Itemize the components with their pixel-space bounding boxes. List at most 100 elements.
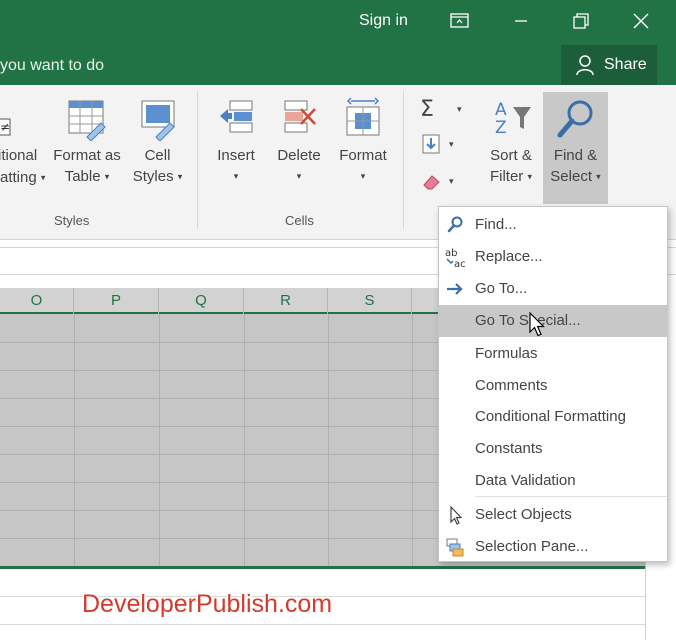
format-label: Format <box>339 147 387 164</box>
sort-filter-button[interactable]: A Z Sort & Filter ▾ <box>482 97 540 188</box>
sigma-icon: Σ <box>420 97 434 122</box>
minimize-icon[interactable] <box>510 10 532 32</box>
selection-pane-icon <box>445 537 465 557</box>
row-gridline <box>0 624 645 625</box>
find-icon <box>445 215 465 235</box>
column-label: S <box>364 292 375 309</box>
column-header-p[interactable]: P <box>74 288 159 314</box>
find-select-button[interactable]: Find & Select ▾ <box>545 97 606 188</box>
menu-item-selection-pane[interactable]: Selection Pane... <box>439 531 667 563</box>
menu-item-label: Go To... <box>475 280 528 297</box>
find-select-label2: Select <box>550 168 592 185</box>
sort-filter-label2: Filter <box>489 168 524 185</box>
menu-item-label: Data Validation <box>475 472 576 489</box>
delete-button[interactable]: Delete ▾ <box>275 97 323 187</box>
menu-item-conditional-formatting[interactable]: Conditional Formatting <box>439 401 667 433</box>
column-header-s[interactable]: S <box>328 288 412 314</box>
magnifier-icon <box>557 100 592 138</box>
column-label: R <box>280 292 291 309</box>
sort-filter-label1: Sort & <box>490 147 532 164</box>
menu-item-label: Formulas <box>475 345 538 362</box>
format-cells-icon <box>346 97 380 136</box>
menu-item-select-objects[interactable]: Select Objects <box>439 499 667 531</box>
cell-styles-button[interactable]: Cell Styles ▾ <box>130 97 185 188</box>
clear-button[interactable]: ▾ <box>420 170 462 194</box>
menu-item-constants[interactable]: Constants <box>439 433 667 465</box>
column-gridline <box>159 314 160 566</box>
eraser-icon <box>423 175 440 190</box>
chevron-down-icon: ▾ <box>527 171 533 182</box>
menu-item-label: Constants <box>475 440 543 457</box>
group-divider <box>197 91 198 229</box>
insert-label: Insert <box>217 147 255 164</box>
menu-separator <box>475 496 667 497</box>
menu-item-label: Select Objects <box>475 506 572 523</box>
column-gridline <box>74 314 75 566</box>
conditional-formatting-button[interactable]: ≠ itional <box>0 97 45 166</box>
menu-item-label: Comments <box>475 377 548 394</box>
insert-button[interactable]: Insert ▾ <box>212 97 260 187</box>
menu-item-label: Find... <box>475 216 517 233</box>
tell-me-input[interactable]: you want to do <box>0 57 104 75</box>
styles-group-label: Styles <box>54 213 90 228</box>
chevron-down-icon: ▾ <box>296 171 302 181</box>
column-label: Q <box>195 292 207 309</box>
menu-item-formulas[interactable]: Formulas <box>439 338 667 370</box>
column-header-q[interactable]: Q <box>159 288 244 314</box>
cell-styles-label1: Cell <box>144 147 171 164</box>
svg-text:Z: Z <box>495 118 507 138</box>
goto-arrow-icon <box>445 279 465 299</box>
column-gridline <box>328 314 329 566</box>
replace-icon: ab ac <box>445 247 466 270</box>
menu-item-go-to[interactable]: Go To... <box>439 273 667 305</box>
cell-styles-label2: Styles <box>132 168 174 185</box>
mouse-pointer-icon <box>529 311 547 343</box>
ribbon-display-options-icon[interactable] <box>449 10 471 32</box>
find-select-label1: Find & <box>553 147 598 164</box>
menu-item-go-to-special[interactable]: Go To Special... <box>439 305 667 337</box>
share-label: Share <box>604 56 647 73</box>
menu-item-label: Replace... <box>475 248 543 265</box>
delete-label: Delete <box>277 147 321 164</box>
menu-item-replace[interactable]: ab ac Replace... <box>439 241 667 273</box>
format-button[interactable]: Format ▾ <box>336 97 390 187</box>
sign-in-link[interactable]: Sign in <box>359 12 408 30</box>
column-header-o[interactable]: O <box>0 288 74 314</box>
chevron-down-icon: ▾ <box>360 171 366 181</box>
menu-item-comments[interactable]: Comments <box>439 370 667 402</box>
format-as-table-button[interactable]: Format as Table ▾ <box>48 97 126 188</box>
menu-item-label: Conditional Formatting <box>475 408 626 425</box>
chevron-down-icon: ▾ <box>449 139 454 149</box>
chevron-down-icon: ▾ <box>233 171 239 181</box>
menu-item-data-validation[interactable]: Data Validation <box>439 465 667 497</box>
column-gridline <box>412 314 413 566</box>
fill-button[interactable]: ▾ <box>420 133 462 157</box>
share-button[interactable]: Share <box>561 45 657 85</box>
delete-cells-icon <box>284 100 316 133</box>
column-gridline <box>244 314 245 566</box>
autosum-button[interactable]: Σ ▾ <box>420 97 470 123</box>
svg-text:ac: ac <box>454 259 466 269</box>
insert-cells-icon <box>220 100 253 133</box>
svg-text:A: A <box>495 100 507 120</box>
sort-filter-icon: A Z <box>495 100 531 138</box>
chevron-down-icon: ▾ <box>457 104 462 114</box>
group-divider <box>403 91 404 229</box>
svg-text:ab: ab <box>445 248 457 259</box>
selection-border <box>0 566 645 569</box>
column-header-r[interactable]: R <box>244 288 328 314</box>
format-as-table-icon <box>68 100 106 141</box>
format-as-table-label1: Format as <box>53 147 121 164</box>
menu-item-label: Go To Special... <box>475 312 581 329</box>
menu-item-find[interactable]: Find... <box>439 209 667 241</box>
chevron-down-icon: ▾ <box>596 171 601 182</box>
cells-group-label: Cells <box>285 213 314 228</box>
chevron-down-icon: ▾ <box>104 171 110 182</box>
close-icon[interactable] <box>630 10 652 32</box>
conditional-formatting-label1: itional <box>0 147 38 164</box>
chevron-down-icon: ▾ <box>449 176 454 186</box>
restore-icon[interactable] <box>570 10 592 32</box>
column-label: O <box>30 292 43 309</box>
find-select-menu: Find... ab ac Replace... Go To... Go To S… <box>438 206 668 562</box>
select-objects-icon <box>445 505 465 525</box>
